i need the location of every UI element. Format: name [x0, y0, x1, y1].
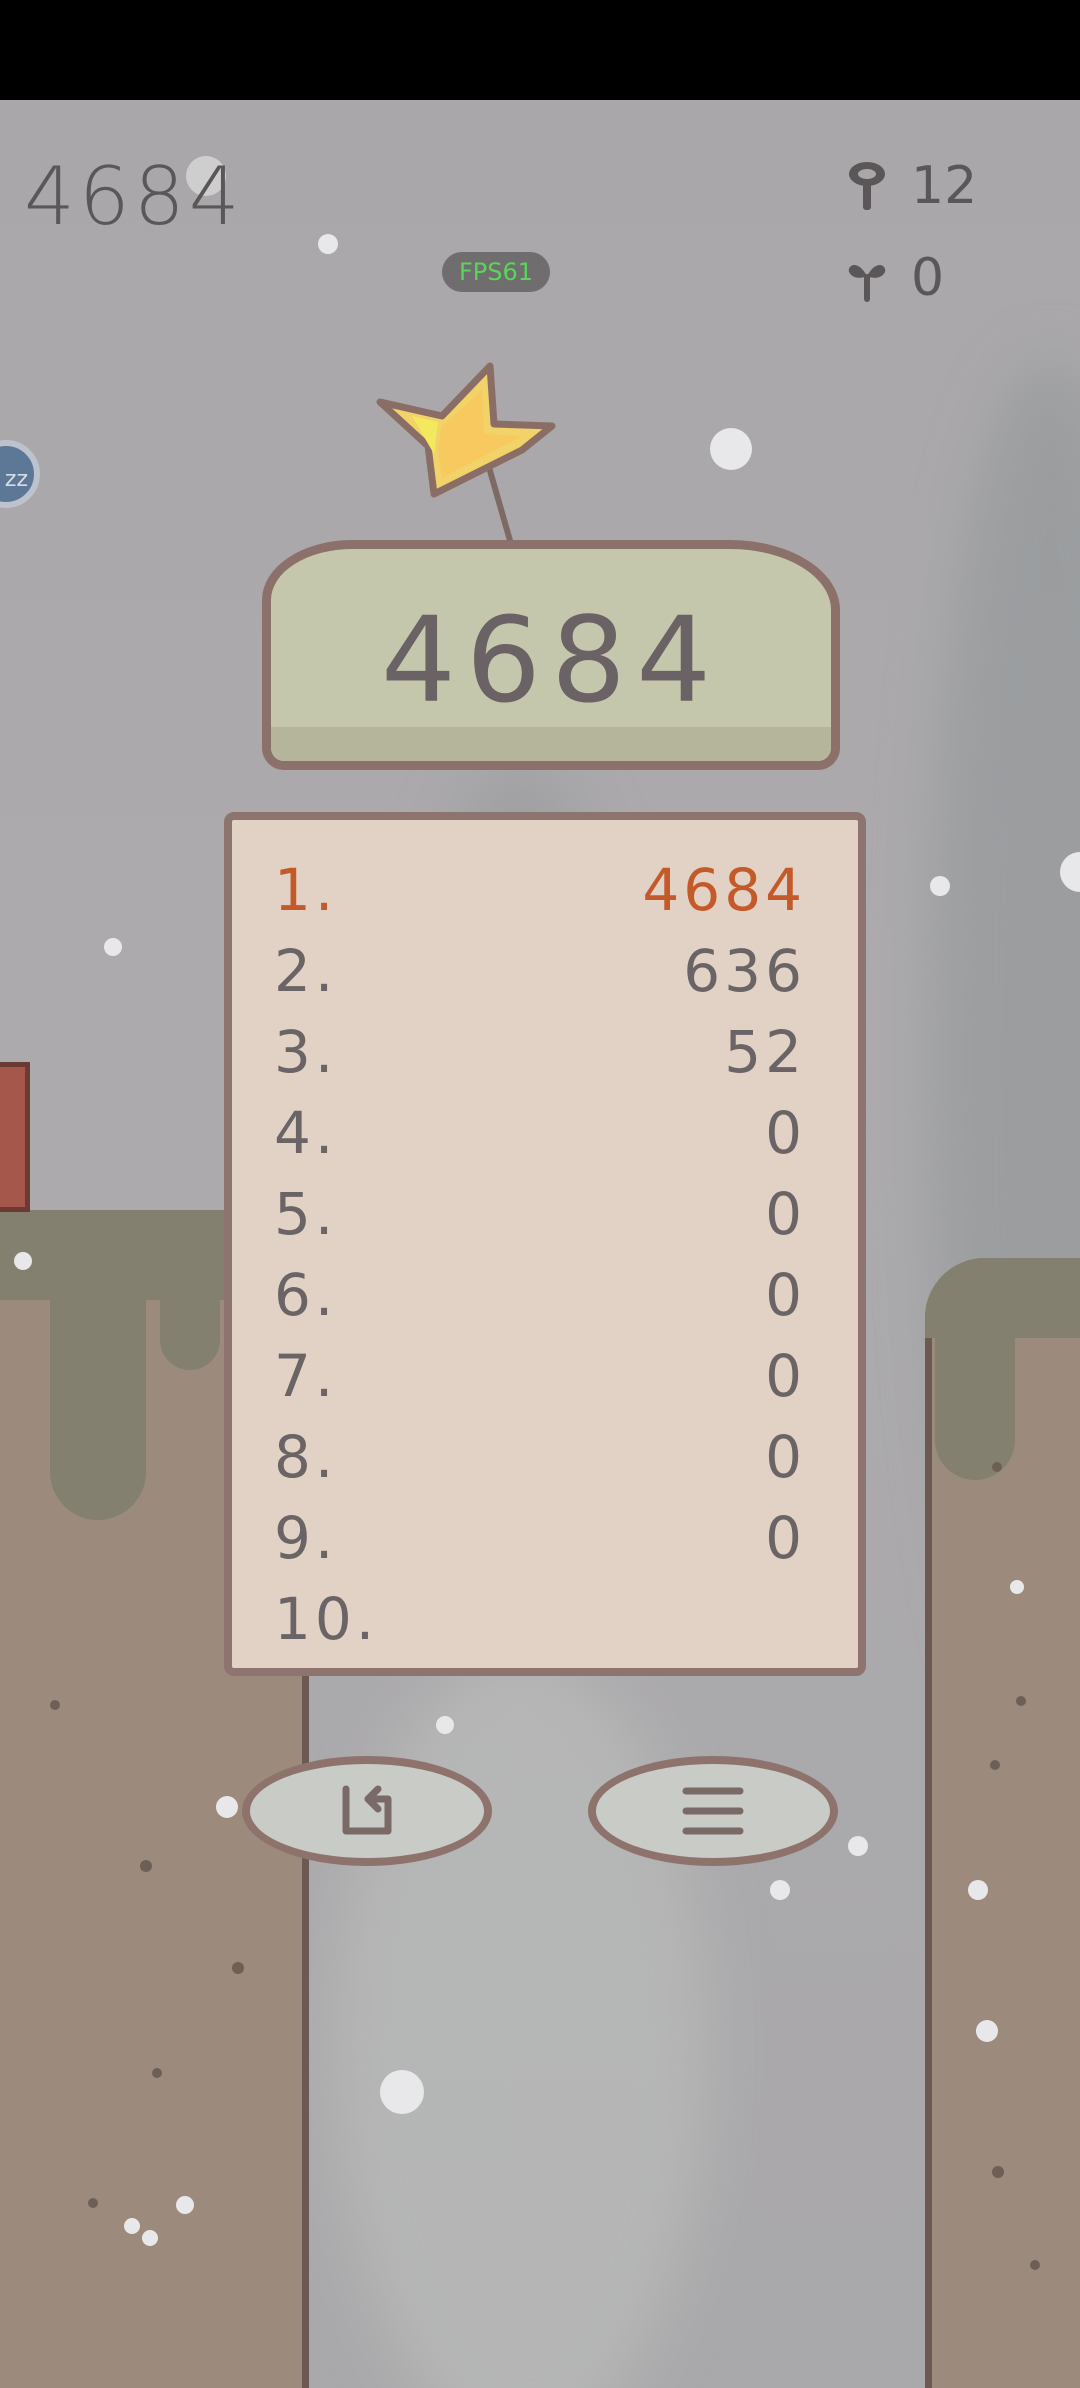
leaderboard-rank: 4.	[274, 1099, 338, 1167]
leaderboard-score: 0	[765, 1504, 806, 1572]
sprout-counter: 0	[845, 248, 944, 308]
leaderboard-score: 52	[724, 1018, 806, 1086]
snowflake	[710, 428, 752, 470]
left-cliff-drip	[160, 1280, 220, 1370]
sprout-count: 0	[911, 248, 945, 308]
pebble	[1016, 1696, 1026, 1706]
snowflake	[176, 2196, 194, 2214]
snowflake	[848, 1836, 868, 1856]
leaderboard-row: 7. 0	[274, 1342, 806, 1422]
snowflake	[968, 1880, 988, 1900]
leaderboard-row: 10.	[274, 1585, 806, 1665]
right-cliff-drip	[935, 1300, 1015, 1480]
leaderboard-rank: 2.	[274, 937, 338, 1005]
snowflake	[124, 2218, 140, 2234]
leaderboard-rank: 10.	[274, 1585, 379, 1653]
leaderboard-score: 4684	[642, 856, 806, 924]
crown-icon	[376, 362, 556, 498]
mushroom-count: 12	[911, 156, 978, 216]
snowflake	[770, 1880, 790, 1900]
leaderboard-row: 1. 4684	[274, 856, 806, 936]
leaderboard-panel: 1. 4684 2. 636 3. 52 4. 0 5. 0 6. 0 7. 0…	[224, 812, 866, 1676]
sign-shadow	[271, 727, 831, 761]
leaderboard-row: 8. 0	[274, 1423, 806, 1503]
snowflake	[142, 2230, 158, 2246]
menu-icon	[682, 1787, 744, 1835]
result-score-sign: 4684	[262, 540, 840, 770]
leaderboard-rank: 8.	[274, 1423, 338, 1491]
leaderboard-score: 0	[765, 1342, 806, 1410]
mushroom-counter: 12	[845, 156, 977, 216]
leaderboard-row: 4. 0	[274, 1099, 806, 1179]
snowflake	[976, 2020, 998, 2042]
leaderboard-score: 0	[765, 1423, 806, 1491]
current-score: 4684	[24, 150, 244, 243]
snowflake	[1010, 1580, 1024, 1594]
result-score: 4684	[380, 591, 722, 729]
pebble	[1030, 2260, 1040, 2270]
pebble	[152, 2068, 162, 2078]
menu-button[interactable]	[588, 1756, 838, 1866]
fps-counter: FPS61	[442, 252, 550, 292]
leaderboard-row: 5. 0	[274, 1180, 806, 1260]
leaderboard-score: 0	[765, 1180, 806, 1248]
leaderboard-row: 9. 0	[274, 1504, 806, 1584]
pebble	[990, 1760, 1000, 1770]
leaderboard-score: 0	[765, 1261, 806, 1329]
sprout-icon	[848, 264, 886, 302]
snowflake	[436, 1716, 454, 1734]
snowflake	[930, 876, 950, 896]
pebble	[88, 2198, 98, 2208]
leaderboard-score: 636	[683, 937, 806, 1005]
house-edge	[0, 1062, 30, 1212]
leaderboard-row: 3. 52	[274, 1018, 806, 1098]
restart-button[interactable]	[242, 1756, 492, 1866]
status-bar	[0, 0, 1080, 100]
leaderboard-row: 2. 636	[274, 937, 806, 1017]
mushroom-icon	[849, 162, 885, 210]
game-screen: 4684 12 0 FPS61 zz 4684 1. 4684 2. 636 3…	[0, 0, 1080, 2388]
pebble	[992, 2166, 1004, 2178]
leaderboard-rank: 9.	[274, 1504, 338, 1572]
leaderboard-rank: 1.	[274, 856, 338, 924]
restart-arrow-icon	[342, 1785, 392, 1835]
pebble	[232, 1962, 244, 1974]
leaderboard-rank: 6.	[274, 1261, 338, 1329]
snowflake	[216, 1796, 238, 1818]
snowflake	[14, 1252, 32, 1270]
left-cliff-drip	[50, 1270, 146, 1520]
leaderboard-score: 0	[765, 1099, 806, 1167]
pebble	[140, 1860, 152, 1872]
pebble	[50, 1700, 60, 1710]
leaderboard-rank: 7.	[274, 1342, 338, 1410]
leaderboard-rank: 3.	[274, 1018, 338, 1086]
snowflake	[380, 2070, 424, 2114]
leaderboard-row: 6. 0	[274, 1261, 806, 1341]
snowflake	[318, 234, 338, 254]
snowflake	[104, 938, 122, 956]
leaderboard-rank: 5.	[274, 1180, 338, 1248]
pebble	[992, 1462, 1002, 1472]
